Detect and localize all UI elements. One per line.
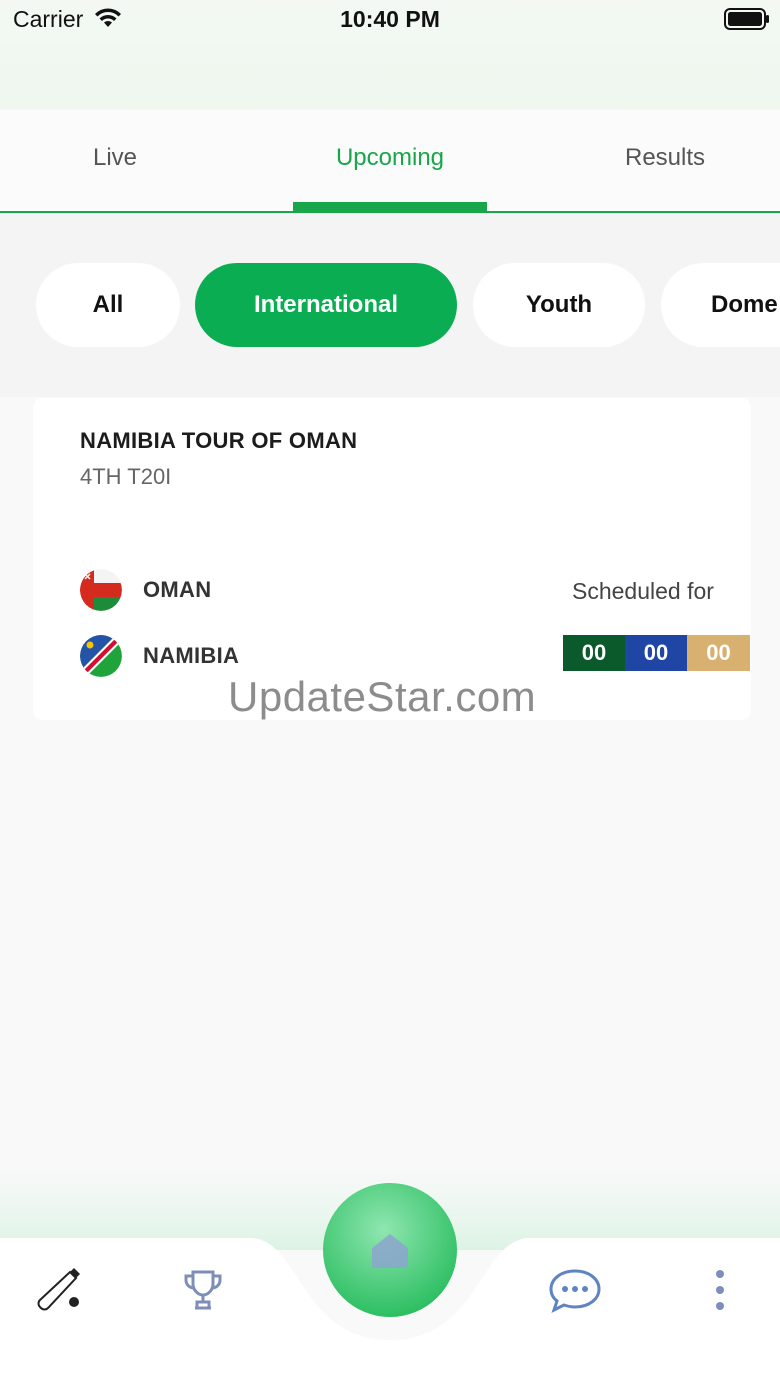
tab-results[interactable]: Results	[590, 144, 740, 172]
home-icon	[372, 1234, 408, 1268]
nav-trophy[interactable]	[173, 1260, 233, 1320]
oman-flag-icon	[80, 569, 122, 611]
team-name: NAMIBIA	[143, 643, 240, 668]
category-filter-bar: All International Youth Dome	[0, 213, 780, 397]
tab-live[interactable]: Live	[60, 144, 170, 172]
nav-chat[interactable]	[545, 1260, 605, 1320]
category-chip-youth[interactable]: Youth	[473, 263, 645, 347]
countdown-hours: 00	[563, 635, 625, 671]
more-icon	[716, 1270, 724, 1310]
active-tab-indicator	[293, 202, 487, 211]
category-chip-international[interactable]: International	[195, 263, 457, 347]
status-bar: Carrier 10:40 PM	[0, 0, 780, 40]
battery-icon	[724, 8, 769, 30]
trophy-icon	[184, 1270, 222, 1310]
tab-upcoming[interactable]: Upcoming	[293, 144, 487, 172]
nav-home[interactable]	[323, 1183, 457, 1317]
nav-more[interactable]	[690, 1260, 750, 1320]
match-number: 4TH T20I	[80, 464, 172, 489]
cricket-bat-icon	[37, 1268, 80, 1311]
team-name: OMAN	[143, 577, 212, 602]
countdown-timer: 00 00 00	[563, 635, 750, 671]
series-title: NAMIBIA TOUR OF OMAN	[80, 428, 358, 453]
category-chip-all[interactable]: All	[36, 263, 180, 347]
countdown-minutes: 00	[625, 635, 687, 671]
countdown-seconds: 00	[687, 635, 750, 671]
status-time: 10:40 PM	[340, 6, 440, 32]
match-tabs: Live Upcoming Results	[0, 110, 780, 213]
nav-cricket[interactable]	[30, 1260, 90, 1320]
watermark: UpdateStar.com	[228, 673, 537, 720]
bottom-navigation	[0, 1160, 780, 1387]
scheduled-label: Scheduled for	[572, 578, 714, 604]
namibia-flag-icon	[80, 635, 122, 677]
chat-icon	[549, 1269, 601, 1313]
header-area: Carrier 10:40 PM	[0, 0, 780, 110]
app-screen: Carrier 10:40 PM Live Upcoming Results A…	[0, 0, 780, 1387]
category-chip-domestic[interactable]: Dome	[661, 263, 780, 347]
match-card[interactable]: NAMIBIA TOUR OF OMAN 4TH T20I OMAN NAMIB…	[33, 398, 751, 720]
